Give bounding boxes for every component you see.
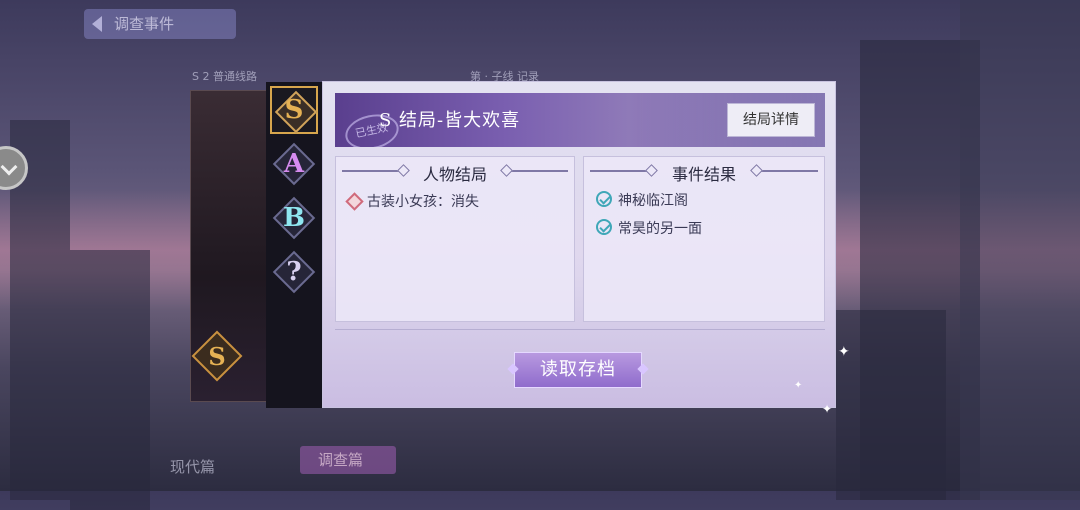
load-save-button[interactable]: 读取存档 [514, 352, 642, 388]
check-circle-icon [596, 191, 612, 207]
tab-rank-s[interactable]: S [270, 86, 318, 134]
ending-details-button[interactable]: 结局详情 [727, 103, 815, 137]
ending-card-preview: S [190, 90, 272, 402]
back-arrow-icon [92, 16, 102, 32]
background-building [960, 0, 1080, 500]
red-diamond-bullet-icon [345, 192, 364, 211]
background-building [836, 310, 946, 500]
event-result-text: 神秘临江阁 [618, 193, 688, 209]
character-outcome-text: 古装小女孩：消失 [367, 194, 479, 210]
event-results-heading: 事件结果 [671, 165, 736, 184]
ornament-right-icon [758, 170, 818, 172]
tab-rank-s-label: S [284, 95, 304, 125]
panel-divider [335, 329, 825, 330]
tab-rank-b[interactable]: B [270, 194, 318, 242]
ending-title: S 结局-皆大欢喜 [379, 110, 521, 131]
sparkle-icon: ✦ [822, 402, 833, 416]
check-circle-icon [596, 219, 612, 235]
ornament-right-icon [508, 170, 568, 172]
tab-rank-unknown[interactable]: ? [270, 248, 318, 296]
background-bottom-text: 现代篇 [170, 458, 216, 476]
s-rank-badge-icon: S [191, 330, 243, 382]
background-back-chip: 调查事件 [84, 9, 236, 39]
sparkle-icon: ✦ [838, 344, 850, 360]
list-item: 神秘临江阁 [596, 190, 688, 210]
tab-rank-a[interactable]: A [270, 140, 318, 188]
s-rank-badge-letter: S [208, 342, 225, 371]
character-outcomes-heading: 人物结局 [422, 165, 487, 184]
sparkle-icon: ✦ [794, 380, 803, 391]
tab-rank-unknown-label: ? [286, 257, 302, 287]
tab-rank-a-label: A [283, 149, 305, 179]
character-outcomes-box: 人物结局 古装小女孩：消失 [335, 156, 575, 322]
background-back-chip-label: 调查事件 [114, 15, 175, 33]
ending-detail-panel: 已生效 S 结局-皆大欢喜 结局详情 人物结局 古装小女孩：消失 事件结果 神秘… [322, 81, 836, 408]
tab-rank-b-label: B [283, 203, 305, 233]
event-result-text: 常昊的另一面 [618, 221, 702, 237]
background-bottom-chip: 调查篇 [300, 446, 396, 474]
ending-rank-tabs: S A B ? [266, 82, 322, 408]
event-results-box: 事件结果 神秘临江阁 常昊的另一面 [583, 156, 825, 322]
background-building [70, 250, 150, 510]
list-item: 古装小女孩：消失 [345, 191, 479, 211]
list-item: 常昊的另一面 [596, 218, 702, 238]
ending-banner: 已生效 S 结局-皆大欢喜 结局详情 [335, 93, 825, 147]
background-faint-text: S 2 普通线路 [192, 70, 257, 83]
